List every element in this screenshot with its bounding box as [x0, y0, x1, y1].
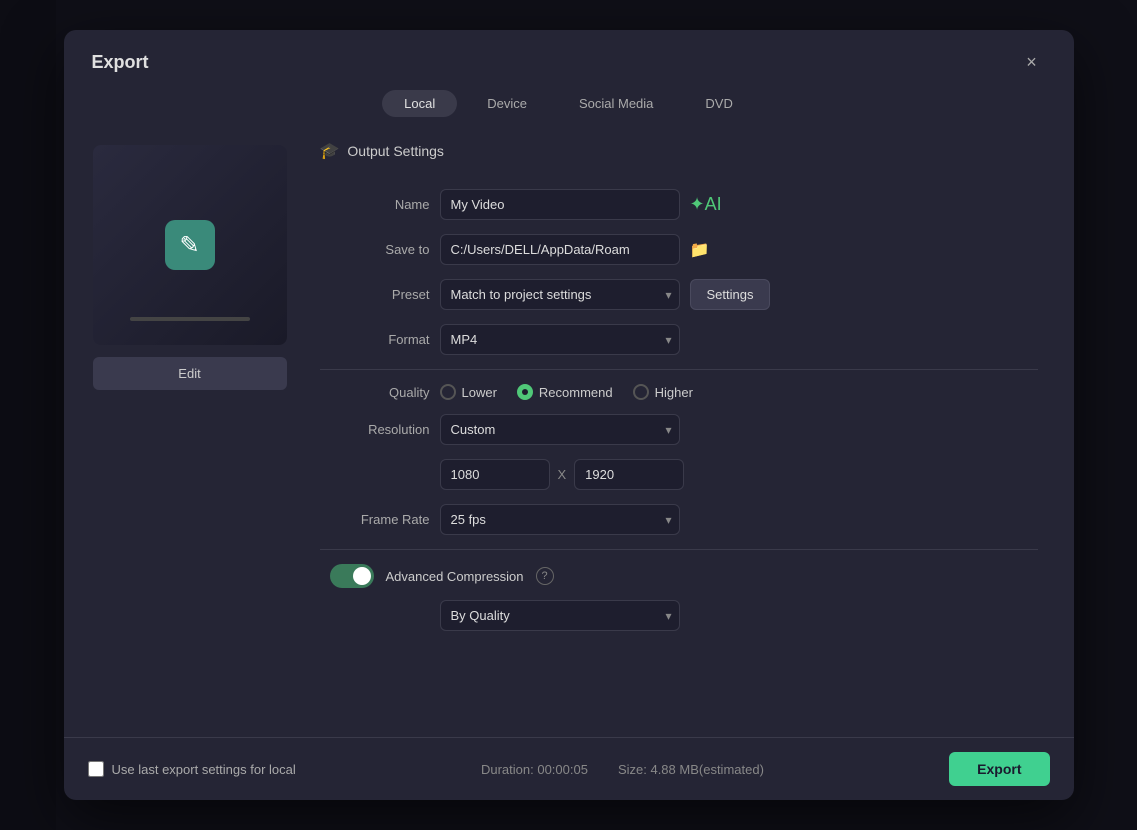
name-input[interactable] — [440, 189, 680, 220]
quality-higher-label: Higher — [655, 385, 693, 400]
edit-icon: ✎ — [179, 231, 199, 260]
compression-mode-row: By Quality By Bitrate — [320, 600, 1038, 631]
tab-local[interactable]: Local — [382, 90, 457, 117]
output-settings-title: 🎓 Output Settings — [320, 141, 1038, 169]
ai-icon: ✦AI — [690, 194, 722, 215]
resolution-row: Resolution Custom 1920×1080 1280×720 384… — [320, 414, 1038, 445]
quality-radio-group: Lower Recommend Higher — [440, 384, 693, 400]
dialog-body: ✎ Edit 🎓 Output Settings Name — [64, 129, 1074, 737]
resolution-select[interactable]: Custom 1920×1080 1280×720 3840×2160 — [440, 414, 680, 445]
quality-lower-label: Lower — [462, 385, 497, 400]
preview-thumbnail: ✎ — [93, 145, 287, 345]
preview-icon: ✎ — [165, 220, 215, 270]
output-settings-icon: 🎓 — [320, 141, 340, 161]
tab-bar: Local Device Social Media DVD — [64, 86, 1074, 129]
advanced-compression-label: Advanced Compression — [386, 569, 524, 584]
ai-button[interactable]: ✦AI — [690, 194, 722, 215]
frame-rate-row: Frame Rate 25 fps 24 fps 30 fps 60 fps — [320, 504, 1038, 535]
output-settings-label: Output Settings — [347, 143, 444, 159]
frame-rate-select-wrapper: 25 fps 24 fps 30 fps 60 fps — [440, 504, 680, 535]
format-row: Format MP4 AVI MOV MKV GIF — [320, 324, 1038, 355]
preview-progress-bar — [130, 317, 250, 321]
quality-higher-option[interactable]: Higher — [633, 384, 693, 400]
quality-row: Quality Lower Recommend Higher — [320, 384, 1038, 400]
last-export-settings-text: Use last export settings for local — [112, 762, 296, 777]
question-mark: ? — [541, 570, 547, 582]
compression-mode-select[interactable]: By Quality By Bitrate — [440, 600, 680, 631]
size-info: Size: 4.88 MB(estimated) — [618, 762, 764, 777]
quality-recommend-label: Recommend — [539, 385, 613, 400]
toggle-slider — [330, 564, 374, 588]
quality-recommend-radio[interactable] — [517, 384, 533, 400]
preview-panel: ✎ Edit — [80, 129, 300, 737]
tab-device[interactable]: Device — [465, 90, 549, 117]
quality-lower-option[interactable]: Lower — [440, 384, 497, 400]
quality-lower-radio[interactable] — [440, 384, 456, 400]
folder-button[interactable]: 📁 — [690, 240, 710, 260]
last-export-settings-label[interactable]: Use last export settings for local — [88, 761, 296, 777]
settings-panel: 🎓 Output Settings Name ✦AI Save to — [300, 129, 1058, 737]
tab-social-media[interactable]: Social Media — [557, 90, 675, 117]
resolution-label: Resolution — [320, 422, 430, 437]
frame-rate-select[interactable]: 25 fps 24 fps 30 fps 60 fps — [440, 504, 680, 535]
resolution-x-separator: X — [558, 467, 567, 482]
dialog-overlay: Export × Local Device Social Media DVD ✎… — [0, 0, 1137, 830]
name-row: Name ✦AI — [320, 189, 1038, 220]
preset-row: Preset Match to project settings Custom … — [320, 279, 1038, 310]
save-to-input[interactable] — [440, 234, 680, 265]
preset-select[interactable]: Match to project settings Custom YouTube… — [440, 279, 680, 310]
dialog-title: Export — [92, 52, 149, 73]
format-select[interactable]: MP4 AVI MOV MKV GIF — [440, 324, 680, 355]
export-button[interactable]: Export — [949, 752, 1049, 786]
resolution-height-input[interactable] — [574, 459, 684, 490]
name-label: Name — [320, 197, 430, 212]
resolution-select-wrapper: Custom 1920×1080 1280×720 3840×2160 — [440, 414, 680, 445]
divider-1 — [320, 369, 1038, 370]
tab-dvd[interactable]: DVD — [683, 90, 754, 117]
settings-button[interactable]: Settings — [690, 279, 771, 310]
last-export-settings-checkbox[interactable] — [88, 761, 104, 777]
quality-label: Quality — [320, 385, 430, 400]
edit-button[interactable]: Edit — [93, 357, 287, 390]
preset-select-wrapper: Match to project settings Custom YouTube… — [440, 279, 680, 310]
advanced-compression-row: Advanced Compression ? — [330, 564, 1038, 588]
dialog-footer: Use last export settings for local Durat… — [64, 737, 1074, 800]
footer-info: Duration: 00:00:05 Size: 4.88 MB(estimat… — [312, 762, 933, 777]
resolution-width-input[interactable] — [440, 459, 550, 490]
resolution-inputs-row: X — [440, 459, 1038, 490]
dialog-header: Export × — [64, 30, 1074, 86]
save-to-row: Save to 📁 — [320, 234, 1038, 265]
help-icon[interactable]: ? — [536, 567, 554, 585]
advanced-compression-toggle[interactable] — [330, 564, 374, 588]
export-dialog: Export × Local Device Social Media DVD ✎… — [64, 30, 1074, 800]
divider-2 — [320, 549, 1038, 550]
frame-rate-label: Frame Rate — [320, 512, 430, 527]
quality-higher-radio[interactable] — [633, 384, 649, 400]
format-label: Format — [320, 332, 430, 347]
close-button[interactable]: × — [1018, 48, 1046, 76]
save-to-label: Save to — [320, 242, 430, 257]
format-select-wrapper: MP4 AVI MOV MKV GIF — [440, 324, 680, 355]
preset-label: Preset — [320, 287, 430, 302]
quality-recommend-option[interactable]: Recommend — [517, 384, 613, 400]
folder-icon: 📁 — [690, 240, 710, 260]
compression-mode-select-wrapper: By Quality By Bitrate — [440, 600, 680, 631]
duration-info: Duration: 00:00:05 — [481, 762, 588, 777]
